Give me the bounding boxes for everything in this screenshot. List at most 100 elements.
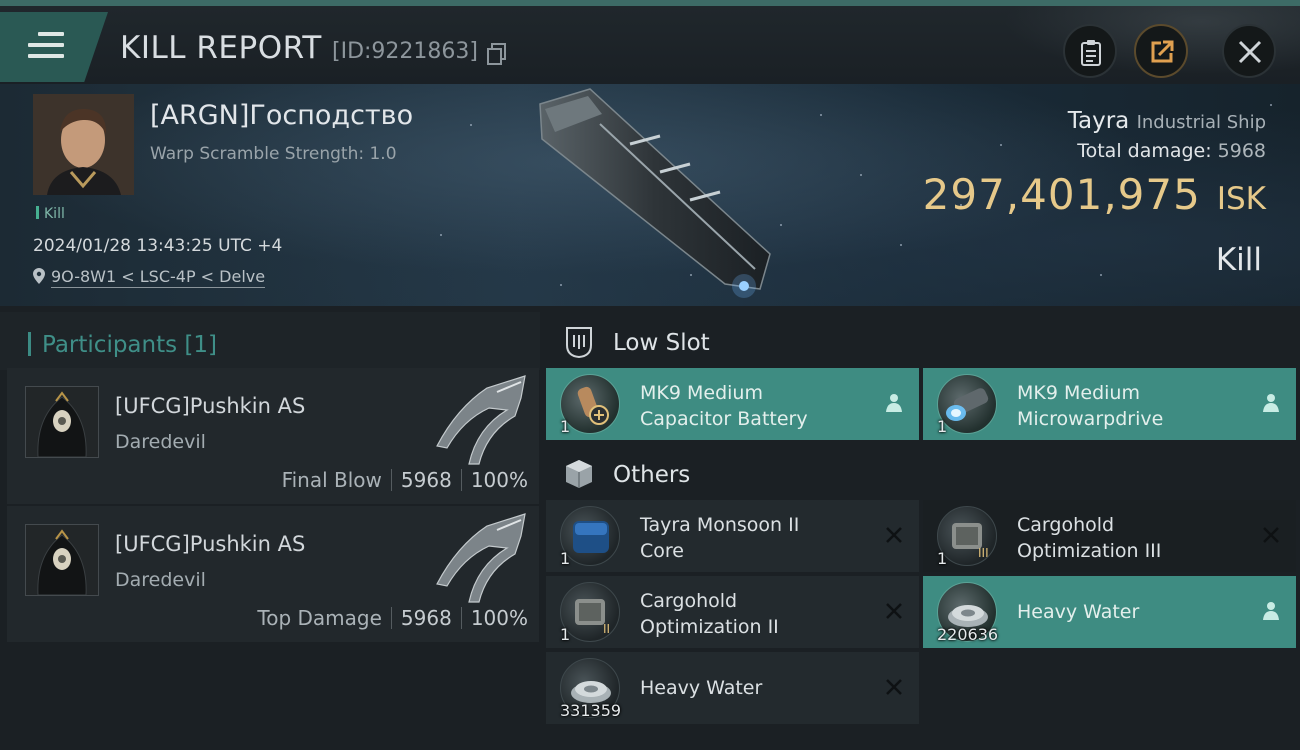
item-quantity: 1 xyxy=(937,417,948,436)
cargo-item[interactable]: 220636 Heavy Water xyxy=(923,576,1296,648)
item-name-line1: MK9 Medium xyxy=(640,382,763,404)
participant-avatar xyxy=(25,386,99,458)
stat-divider xyxy=(390,607,392,629)
item-quantity: 331359 xyxy=(560,701,622,720)
close-button[interactable] xyxy=(1222,24,1276,78)
cargo-item[interactable]: II 1 Cargohold Optimization II xyxy=(546,576,919,648)
ship-class: Industrial Ship xyxy=(1136,112,1266,133)
isk-value: 297,401,975 ISK xyxy=(923,170,1266,219)
participant-role: Top Damage xyxy=(257,606,382,630)
menu-button[interactable] xyxy=(0,12,108,82)
participant-stats: Final Blow 5968 100% xyxy=(282,468,528,492)
low-slot-header: Low Slot xyxy=(540,310,1300,370)
participant-avatar xyxy=(25,524,99,596)
result-label: Kill xyxy=(1215,242,1262,278)
item-name: Cargohold Optimization II xyxy=(640,588,779,640)
location-link[interactable]: 9O-8W1 < LSC-4P < Delve xyxy=(51,267,266,288)
close-icon xyxy=(1238,40,1262,64)
item-quantity: 1 xyxy=(560,417,571,436)
participant-role: Final Blow xyxy=(281,468,382,492)
daredevil-ship-icon xyxy=(436,513,526,603)
cargo-item[interactable]: 1 Tayra Monsoon II Core xyxy=(546,500,919,572)
destroyed-x-icon xyxy=(886,679,902,695)
pilot-portrait-icon xyxy=(33,94,134,195)
daredevil-ship-icon xyxy=(436,375,526,465)
item-name-line1: Cargohold xyxy=(1017,514,1115,536)
kill-timestamp: 2024/01/28 13:43:25 UTC +4 xyxy=(33,236,283,256)
clipboard-button[interactable] xyxy=(1063,24,1117,78)
victim-ship[interactable]: Tayra Industrial Ship xyxy=(1068,108,1266,134)
dropped-person-icon xyxy=(1263,394,1279,412)
item-name-line1: MK9 Medium xyxy=(1017,382,1140,404)
kill-tag-label: Kill xyxy=(44,206,65,222)
item-name-line2: Optimization III xyxy=(1017,540,1162,562)
low-slot-title: Low Slot xyxy=(613,330,710,356)
total-damage-label: Total damage: xyxy=(1077,140,1212,162)
warp-scramble-strength: Warp Scramble Strength: 1.0 xyxy=(150,144,397,164)
item-quantity: 1 xyxy=(937,549,948,568)
victim-portrait[interactable] xyxy=(33,94,134,195)
destroyed-x-icon xyxy=(886,603,902,619)
item-quantity: 1 xyxy=(560,549,571,568)
item-name-line1: Cargohold xyxy=(640,590,738,612)
participant-name[interactable]: [UFCG]Pushkin AS xyxy=(115,532,305,556)
location-pin-icon xyxy=(33,268,45,284)
kill-id: [ID:9221863] xyxy=(332,39,478,64)
participant-percent: 100% xyxy=(470,606,528,630)
participant-name[interactable]: [UFCG]Pushkin AS xyxy=(115,394,305,418)
kill-tag-marker xyxy=(36,206,39,219)
hooded-pilot-icon xyxy=(26,387,98,458)
destroyed-x-icon xyxy=(1263,527,1279,543)
cargo-item[interactable]: 331359 Heavy Water xyxy=(546,652,919,724)
kill-location[interactable]: 9O-8W1 < LSC-4P < Delve xyxy=(33,267,266,288)
item-name-line2: Optimization II xyxy=(640,616,779,638)
header-bar: KILL REPORT [ID:9221863] xyxy=(0,0,1300,84)
item-name: MK9 Medium Capacitor Battery xyxy=(640,380,808,432)
clipboard-icon xyxy=(1081,40,1101,66)
total-damage: Total damage: 5968 xyxy=(1077,140,1266,162)
cargo-item[interactable]: III 1 Cargohold Optimization III xyxy=(923,500,1296,572)
destroyed-x-icon xyxy=(886,527,902,543)
participants-count: [1] xyxy=(184,332,218,358)
participants-panel: Participants [1] [UFCG]Pushkin AS Darede… xyxy=(0,306,540,750)
kill-tag: Kill xyxy=(36,206,65,222)
fitted-module[interactable]: 1 MK9 Medium Capacitor Battery xyxy=(546,368,919,440)
fitted-module[interactable]: 1 MK9 Medium Microwarpdrive xyxy=(923,368,1296,440)
participants-marker xyxy=(28,332,31,356)
share-icon xyxy=(1151,40,1174,63)
item-name: Tayra Monsoon II Core xyxy=(640,512,799,564)
participants-title: Participants [1] xyxy=(42,332,217,358)
participant-ship: Daredevil xyxy=(115,431,206,453)
ship-name: Tayra xyxy=(1067,108,1130,134)
copy-icon[interactable] xyxy=(487,43,507,65)
participant-damage: 5968 xyxy=(400,606,452,630)
participant-row[interactable]: [UFCG]Pushkin AS Daredevil Final Blow 596… xyxy=(7,368,539,504)
victim-ship-render xyxy=(539,88,771,298)
isk-unit: ISK xyxy=(1216,181,1266,217)
participant-stats: Top Damage 5968 100% xyxy=(257,606,528,630)
item-name-line2: Core xyxy=(640,540,684,562)
dropped-person-icon xyxy=(886,394,902,412)
cargo-box-icon xyxy=(566,460,592,488)
others-header: Others xyxy=(540,442,1300,502)
item-name: Heavy Water xyxy=(640,677,763,699)
share-button[interactable] xyxy=(1134,24,1188,78)
hooded-pilot-icon xyxy=(26,525,98,596)
participant-row[interactable]: [UFCG]Pushkin AS Daredevil Top Damage 596… xyxy=(7,506,539,642)
others-title: Others xyxy=(613,462,691,488)
low-slot-icon xyxy=(566,327,592,359)
total-damage-value: 5968 xyxy=(1217,140,1266,162)
item-name: MK9 Medium Microwarpdrive xyxy=(1017,380,1163,432)
item-name-line1: Tayra Monsoon II xyxy=(640,514,800,536)
stat-divider xyxy=(460,469,462,491)
stat-divider xyxy=(460,607,462,629)
stat-divider xyxy=(390,469,392,491)
participant-percent: 100% xyxy=(470,468,528,492)
item-name: Heavy Water xyxy=(1017,601,1140,623)
page-title: KILL REPORT xyxy=(120,30,322,66)
participants-header: Participants [1] xyxy=(0,312,540,370)
victim-name[interactable]: [ARGN]Господство xyxy=(150,100,413,131)
item-name: Cargohold Optimization III xyxy=(1017,512,1161,564)
dropped-person-icon xyxy=(1263,602,1279,620)
item-name-line2: Microwarpdrive xyxy=(1017,408,1164,430)
